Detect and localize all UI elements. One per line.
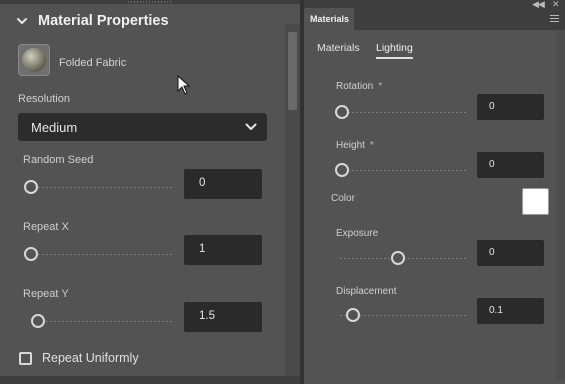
rotation-slider-knob[interactable]: [335, 105, 349, 119]
height-value: 0: [489, 159, 495, 170]
mouse-cursor-icon: [177, 75, 191, 95]
exposure-label: Exposure: [336, 228, 379, 239]
displacement-slider-knob[interactable]: [346, 308, 361, 322]
height-slider-track[interactable]: [340, 170, 466, 171]
required-asterisk: *: [369, 140, 374, 151]
material-properties-panel: Material Properties Folded Fabric Resolu…: [0, 0, 300, 384]
subtab-materials[interactable]: Materials: [317, 42, 360, 54]
exposure-slider-knob[interactable]: [391, 251, 405, 265]
repeat-x-value: 1: [199, 243, 206, 255]
exposure-value: 0: [489, 247, 495, 258]
tab-materials-label: Materials: [310, 14, 350, 24]
displacement-label: Displacement: [336, 286, 397, 297]
exposure-input[interactable]: 0: [477, 240, 544, 266]
material-thumbnail[interactable]: [18, 44, 50, 76]
repeat-uniformly-checkbox[interactable]: [19, 352, 32, 365]
displacement-input[interactable]: 0.1: [477, 298, 544, 324]
panel-grip[interactable]: [128, 1, 172, 3]
chevron-down-icon: [245, 123, 257, 130]
random-seed-value: 0: [199, 177, 206, 189]
chevron-down-icon[interactable]: [15, 14, 29, 28]
height-slider-knob[interactable]: [335, 163, 349, 177]
subtab-lighting[interactable]: Lighting: [376, 42, 413, 59]
repeat-uniformly-label[interactable]: Repeat Uniformly: [42, 351, 139, 365]
color-label: Color: [331, 193, 355, 204]
repeat-x-slider-track[interactable]: [38, 254, 172, 255]
resolution-selected-value: Medium: [31, 120, 78, 135]
fabric-sphere-icon: [22, 48, 46, 72]
random-seed-slider-knob[interactable]: [24, 180, 38, 194]
hamburger-menu-icon[interactable]: [550, 15, 559, 23]
repeat-y-slider-knob[interactable]: [30, 314, 45, 328]
repeat-y-label: Repeat Y: [23, 288, 69, 300]
left-scrollbar[interactable]: [285, 24, 300, 376]
panel-top-bar[interactable]: [0, 0, 300, 4]
resolution-dropdown[interactable]: Medium: [18, 113, 267, 141]
rotation-slider-track[interactable]: [340, 112, 466, 113]
rotation-label: Rotation *: [336, 81, 383, 92]
rotation-value: 0: [489, 101, 495, 112]
rotation-input[interactable]: 0: [477, 94, 544, 120]
height-input[interactable]: 0: [477, 152, 544, 178]
repeat-x-input[interactable]: 1: [184, 235, 262, 265]
required-asterisk: *: [378, 81, 383, 92]
materials-panel: ◀◀ ✕ Materials Materials Lighting Rotati…: [304, 0, 565, 384]
height-label: Height *: [336, 140, 374, 151]
repeat-x-label: Repeat X: [23, 221, 69, 233]
resolution-label: Resolution: [18, 93, 70, 105]
displacement-value: 0.1: [489, 305, 503, 316]
right-scrollbar[interactable]: [556, 30, 565, 380]
material-name: Folded Fabric: [59, 57, 127, 69]
panel-tab-bar: Materials: [304, 8, 565, 30]
repeat-y-input[interactable]: 1.5: [184, 302, 262, 332]
left-scrollbar-thumb[interactable]: [288, 32, 297, 110]
random-seed-label: Random Seed: [23, 154, 94, 166]
section-title[interactable]: Material Properties: [38, 13, 169, 29]
color-swatch[interactable]: [522, 188, 549, 215]
panel-bottom-bar: [0, 376, 300, 384]
panel-top-bar[interactable]: ◀◀ ✕: [304, 0, 565, 9]
repeat-y-value: 1.5: [199, 310, 215, 322]
repeat-x-slider-knob[interactable]: [24, 247, 38, 261]
random-seed-input[interactable]: 0: [184, 169, 262, 199]
tab-materials[interactable]: Materials: [304, 8, 354, 30]
random-seed-slider-track[interactable]: [38, 187, 172, 188]
repeat-y-slider-track[interactable]: [38, 321, 172, 322]
